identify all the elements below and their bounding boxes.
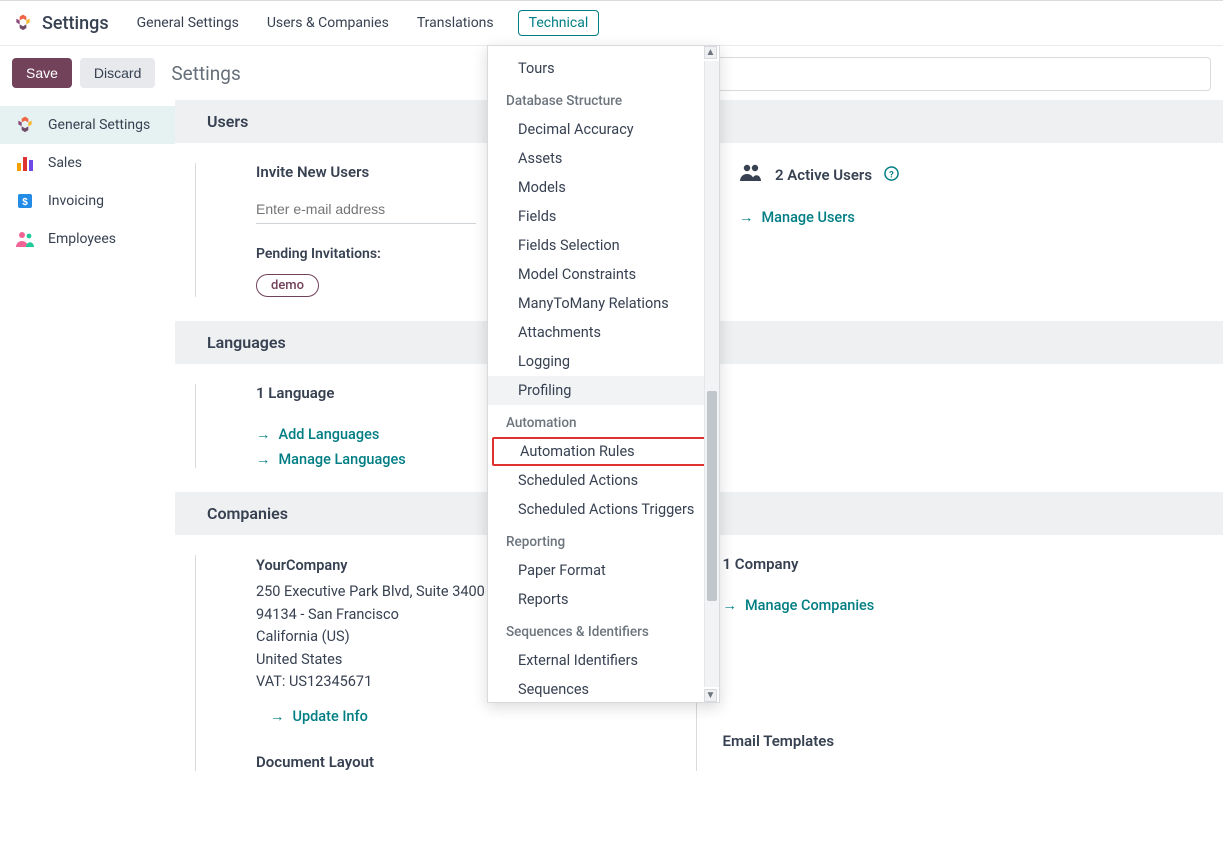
sidebar-item-label: General Settings [48, 117, 150, 133]
company-count: 1 Company [723, 555, 1204, 573]
nav-users-companies[interactable]: Users & Companies [263, 9, 393, 37]
discard-button[interactable]: Discard [80, 58, 155, 88]
gear-icon [14, 114, 36, 136]
dropdown-item-automation-rules[interactable]: Automation Rules [492, 437, 715, 466]
manage-languages-link[interactable]: → Manage Languages [256, 451, 406, 468]
people-icon [14, 228, 36, 250]
manage-companies-label: Manage Companies [745, 597, 874, 614]
dropdown-item-scheduled-actions-triggers[interactable]: Scheduled Actions Triggers [488, 495, 719, 524]
invite-email-input[interactable] [256, 195, 476, 224]
dropdown-item-logging[interactable]: Logging [488, 347, 719, 376]
active-users-count: 2 Active Users [775, 166, 872, 184]
nav-technical[interactable]: Technical [518, 10, 600, 36]
breadcrumb: Settings [171, 62, 240, 85]
help-icon[interactable]: ? [884, 166, 899, 185]
sidebar-item-employees[interactable]: Employees [0, 220, 175, 258]
dropdown-item-manytomany-relations[interactable]: ManyToMany Relations [488, 289, 719, 318]
manage-languages-label: Manage Languages [279, 451, 406, 468]
manage-users-label: Manage Users [762, 209, 855, 226]
email-templates-title: Email Templates [723, 732, 1204, 750]
pending-invite-tag[interactable]: demo [256, 274, 319, 297]
dropdown-group-heading: Automation [488, 405, 719, 437]
update-info-link[interactable]: → Update Info [270, 708, 368, 725]
topbar: Settings General Settings Users & Compan… [0, 0, 1223, 46]
update-info-label: Update Info [293, 708, 368, 725]
svg-text:$: $ [22, 197, 28, 208]
bar-chart-icon [14, 152, 36, 174]
manage-companies-link[interactable]: → Manage Companies [723, 597, 875, 614]
dropdown-scroll-viewport[interactable]: ToursDatabase StructureDecimal AccuracyA… [488, 46, 719, 702]
dropdown-group-heading: Reporting [488, 524, 719, 556]
dropdown-item-model-constraints[interactable]: Model Constraints [488, 260, 719, 289]
sidebar-item-sales[interactable]: Sales [0, 144, 175, 182]
add-languages-label: Add Languages [279, 426, 380, 443]
arrow-right-icon: → [270, 708, 285, 725]
dropdown-item-fields[interactable]: Fields [488, 202, 719, 231]
dropdown-item-fields-selection[interactable]: Fields Selection [488, 231, 719, 260]
users-group-icon [739, 163, 763, 187]
sidebar-item-invoicing[interactable]: $ Invoicing [0, 182, 175, 220]
dropdown-item-assets[interactable]: Assets [488, 144, 719, 173]
dropdown-item-sequences[interactable]: Sequences [488, 675, 719, 702]
dropdown-item-attachments[interactable]: Attachments [488, 318, 719, 347]
invoice-icon: $ [14, 190, 36, 212]
dropdown-item-models[interactable]: Models [488, 173, 719, 202]
sidebar-item-label: Invoicing [48, 193, 104, 209]
document-layout-title: Document Layout [256, 753, 676, 771]
dropdown-group-heading: Database Structure [488, 83, 719, 115]
dropdown-item-scheduled-actions[interactable]: Scheduled Actions [488, 466, 719, 495]
arrow-right-icon: → [256, 451, 271, 468]
technical-dropdown: ▲ ToursDatabase StructureDecimal Accurac… [487, 45, 720, 703]
settings-sidebar: General Settings Sales $ Invoicing Emplo… [0, 100, 175, 860]
scrollbar-track[interactable] [704, 61, 719, 687]
arrow-right-icon: → [723, 597, 738, 614]
sidebar-item-label: Sales [48, 155, 82, 171]
add-languages-link[interactable]: → Add Languages [256, 426, 379, 443]
arrow-right-icon: → [256, 426, 271, 443]
dropdown-item-decimal-accuracy[interactable]: Decimal Accuracy [488, 115, 719, 144]
sidebar-item-general-settings[interactable]: General Settings [0, 106, 175, 144]
top-nav: General Settings Users & Companies Trans… [133, 9, 600, 37]
save-button[interactable]: Save [12, 58, 72, 88]
dropdown-group-heading: Sequences & Identifiers [488, 614, 719, 646]
nav-general-settings[interactable]: General Settings [133, 9, 243, 37]
dropdown-item-tours[interactable]: Tours [488, 54, 719, 83]
dropdown-item-paper-format[interactable]: Paper Format [488, 556, 719, 585]
scroll-down-button[interactable]: ▼ [704, 689, 717, 702]
dropdown-item-profiling[interactable]: Profiling [488, 376, 719, 405]
dropdown-item-external-identifiers[interactable]: External Identifiers [488, 646, 719, 675]
arrow-right-icon: → [739, 209, 754, 226]
app-logo-icon [12, 12, 34, 34]
svg-text:?: ? [889, 169, 894, 180]
sidebar-item-label: Employees [48, 231, 116, 247]
dropdown-item-reports[interactable]: Reports [488, 585, 719, 614]
scrollbar-thumb[interactable] [707, 391, 717, 601]
nav-translations[interactable]: Translations [413, 9, 498, 37]
app-title: Settings [42, 13, 109, 34]
manage-users-link[interactable]: → Manage Users [739, 209, 855, 226]
